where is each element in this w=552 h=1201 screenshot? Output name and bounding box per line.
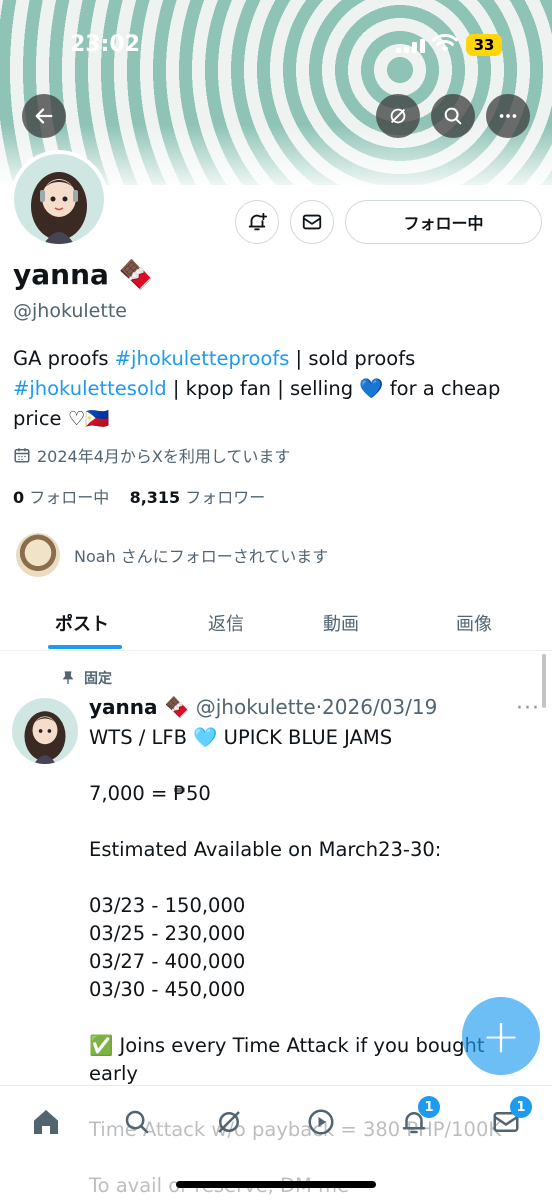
pin-icon <box>62 671 74 684</box>
followers-link[interactable]: 8,315 フォロワー <box>130 488 266 507</box>
tab-posts[interactable]: ポスト <box>55 610 109 636</box>
following-label: フォロー中 <box>24 488 110 507</box>
arrow-left-icon <box>35 108 53 124</box>
profile-avatar[interactable] <box>10 150 108 248</box>
pinned-label: 固定 <box>60 668 112 688</box>
following-count: 0 <box>13 488 25 507</box>
grok-icon <box>218 1111 240 1133</box>
avatar-illustration <box>31 172 87 244</box>
following-button[interactable]: フォロー中 <box>345 200 542 244</box>
nav-search[interactable] <box>119 1104 155 1140</box>
profile-handle: @jhokulette <box>13 300 127 322</box>
bio-text: GA proofs <box>13 347 115 370</box>
compose-button[interactable]: + <box>462 997 540 1075</box>
profile-tabs: ポスト 返信 動画 画像 <box>0 598 552 651</box>
post-more-icon[interactable]: ··· <box>516 696 540 721</box>
more-button[interactable] <box>486 94 530 138</box>
calendar-icon <box>14 448 30 463</box>
nav-grok[interactable] <box>211 1104 247 1140</box>
cellular-signal-icon <box>396 39 425 53</box>
profile-name: yanna 🍫 <box>13 258 154 291</box>
joined-text: 2024年4月からXを利用しています <box>37 447 291 466</box>
follower-avatar <box>16 533 60 577</box>
more-icon <box>499 114 517 118</box>
post-avatar[interactable] <box>12 698 78 764</box>
scrollbar[interactable] <box>542 654 546 708</box>
followed-by[interactable]: Noah さんにフォローされています <box>16 533 328 577</box>
no-view-icon <box>390 108 406 124</box>
video-icon <box>308 1109 334 1135</box>
nav-video[interactable] <box>303 1104 339 1140</box>
notifications-badge: 1 <box>418 1096 440 1118</box>
nav-messages[interactable]: 1 <box>488 1096 532 1140</box>
home-indicator <box>176 1181 376 1188</box>
nav-notifications[interactable]: 1 <box>396 1096 440 1140</box>
tab-videos[interactable]: 動画 <box>323 610 359 636</box>
notify-button[interactable] <box>235 200 279 244</box>
bell-plus-icon <box>248 212 268 231</box>
battery-indicator: 33 <box>466 34 502 56</box>
profile-bio: GA proofs #jhokuletteproofs | sold proof… <box>13 344 533 434</box>
bio-text: | sold proofs <box>289 347 416 370</box>
mail-icon <box>302 214 322 230</box>
home-icon <box>34 1110 58 1134</box>
post-header: yanna 🍫 @jhokulette·2026/03/19 <box>89 695 437 719</box>
search-button[interactable] <box>431 94 475 138</box>
bio-hashtag-link[interactable]: #jhokuletteproofs <box>115 347 290 370</box>
followed-by-text: Noah さんにフォローされています <box>74 547 329 566</box>
post-meta: @jhokulette·2026/03/19 <box>195 695 438 719</box>
back-button[interactable] <box>22 94 66 138</box>
active-tab-indicator <box>48 645 122 649</box>
follow-counts: 0 フォロー中 8,315 フォロワー <box>13 484 265 508</box>
followers-label: フォロワー <box>180 488 266 507</box>
following-link[interactable]: 0 フォロー中 <box>13 488 109 507</box>
status-time: 23:02 <box>70 32 141 57</box>
bio-hashtag-link[interactable]: #jhokulettesold <box>13 377 167 400</box>
status-bar: 23:02 33 <box>0 0 552 90</box>
grok-button[interactable] <box>376 94 420 138</box>
wifi-icon <box>432 34 458 52</box>
message-button[interactable] <box>290 200 334 244</box>
tab-replies[interactable]: 返信 <box>208 610 244 636</box>
messages-badge: 1 <box>510 1096 532 1118</box>
pinned-text: 固定 <box>84 671 112 687</box>
nav-home[interactable] <box>28 1104 64 1140</box>
joined-date: 2024年4月からXを利用しています <box>13 443 290 467</box>
avatar-illustration <box>24 711 66 764</box>
search-icon <box>444 107 462 125</box>
post-author-name[interactable]: yanna 🍫 <box>89 695 189 719</box>
followers-count: 8,315 <box>129 488 181 507</box>
tab-images[interactable]: 画像 <box>456 610 492 636</box>
search-icon <box>125 1110 149 1134</box>
